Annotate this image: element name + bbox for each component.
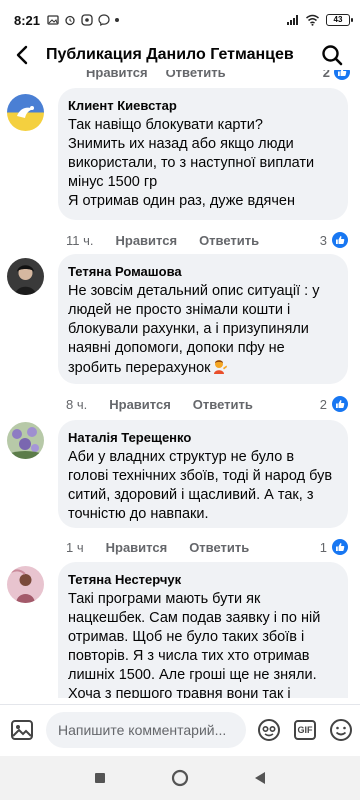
avatar[interactable] [7,566,44,603]
comment-author[interactable]: Тетяна Ромашова [68,263,336,280]
comment-bubble[interactable]: Тетяна Нестерчук Такі програми мають бут… [58,562,348,698]
comment-bubble[interactable]: Тетяна Ромашова Не зовсім детальний опис… [58,254,348,384]
viber-icon [81,14,93,26]
emoji-button[interactable] [328,717,354,743]
comment-text: Аби у владних структур не було в голові … [68,449,333,522]
person-tipping-hand-emoji [213,360,227,374]
comment-time[interactable]: 11 ч. [66,233,94,248]
like-button[interactable]: Нравится [86,70,148,80]
like-reaction-icon [332,232,348,248]
comment-composer: GIF [0,704,360,754]
comment-actions: 1 ч Нравится Ответить 1 [66,537,348,557]
avatar-sticker-icon [258,718,280,741]
avatar-sticker-button[interactable] [256,717,282,743]
like-reaction-icon [332,396,348,412]
avatar[interactable] [7,94,44,131]
comment-author[interactable]: Тетяна Нестерчук [68,571,336,588]
alarm-icon [65,15,75,26]
recents-button[interactable] [85,763,115,793]
comment-text: Так навіщо блокувати карти? Знимить их н… [68,117,315,209]
reply-button[interactable]: Ответить [166,70,226,80]
like-reaction-icon [334,70,350,80]
messenger-icon [98,14,110,26]
comment-author[interactable]: Клиент Киевстар [68,97,336,114]
reaction-count[interactable]: 2 [320,396,348,412]
like-button[interactable]: Нравится [106,540,168,555]
signal-icon [287,15,298,25]
comment-input[interactable] [46,711,246,748]
comment-list[interactable]: Нравится Ответить 2 Клиент Киевстар Так … [0,70,360,698]
avatar[interactable] [7,422,44,459]
back-button[interactable] [2,40,42,70]
comment-text: Такі програми мають бути як нацкешбек. С… [68,591,321,698]
page-title: Публикация Данило Гетманцев [46,46,294,63]
system-back-button[interactable] [245,763,275,793]
like-button[interactable]: Нравится [109,397,171,412]
wifi-icon [306,14,319,26]
reply-button[interactable]: Ответить [189,540,249,555]
back-arrow-icon [16,45,28,65]
comment-time[interactable]: 1 ч [66,540,84,555]
comment-actions: 8 ч. Нравится Ответить 2 [66,394,348,414]
gallery-icon [47,15,59,25]
gif-icon: GIF [294,719,316,740]
search-icon [322,45,343,66]
system-nav-bar [0,756,360,800]
battery-icon: 43 [326,14,353,26]
back-triangle-icon [255,772,265,784]
more-dot-icon [115,18,120,22]
emoji-icon [330,718,352,741]
reaction-count[interactable]: 3 [320,232,348,248]
search-button[interactable] [314,40,350,70]
reply-button[interactable]: Ответить [193,397,253,412]
gif-button[interactable]: GIF [292,717,318,743]
comment-time[interactable]: 8 ч. [66,397,87,412]
avatar[interactable] [7,258,44,295]
app-header: Публикация Данило Гетманцев [0,40,360,70]
comment-author[interactable]: Наталія Терещенко [68,429,336,446]
like-reaction-icon [332,539,348,555]
comment-text: Не зовсім детальний опис ситуації : у лю… [68,283,320,376]
previous-comment-actions: Нравится Ответить 2 [0,70,360,82]
status-bar: 8:21 43 [0,0,360,40]
comment-actions: 11 ч. Нравится Ответить 3 [66,230,348,250]
comment-bubble[interactable]: Наталія Терещенко Аби у владних структур… [58,420,348,528]
reaction-count[interactable]: 2 [323,70,350,80]
comment-bubble[interactable]: Клиент Киевстар Так навіщо блокувати кар… [58,88,348,220]
photo-icon[interactable] [10,718,34,742]
recents-icon [95,773,105,783]
like-button[interactable]: Нравится [116,233,178,248]
home-icon [171,769,189,787]
reaction-count[interactable]: 1 [320,539,348,555]
home-button[interactable] [165,763,195,793]
status-time: 8:21 [14,12,41,28]
notification-icons [47,14,120,26]
reply-button[interactable]: Ответить [199,233,259,248]
